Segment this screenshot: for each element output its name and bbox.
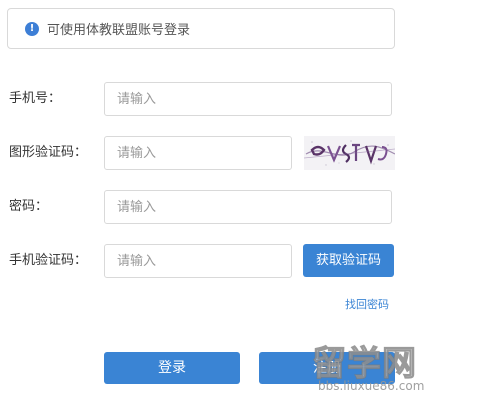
- captcha-image[interactable]: [304, 136, 395, 170]
- register-button[interactable]: 注册: [259, 352, 395, 384]
- forgot-password-link[interactable]: 找回密码: [345, 296, 389, 312]
- get-sms-code-button[interactable]: 获取验证码: [303, 244, 394, 277]
- captcha-input[interactable]: [104, 136, 292, 170]
- info-icon: !: [25, 21, 39, 36]
- login-button[interactable]: 登录: [104, 352, 240, 384]
- login-page: ! 可使用体教联盟账号登录 手机号： 图形验证码： 密码： 手机验证码： 获取验…: [0, 0, 486, 406]
- sms-code-input[interactable]: [104, 244, 292, 278]
- captcha-graphic: [304, 136, 395, 170]
- password-input[interactable]: [104, 190, 392, 224]
- sms-code-label: 手机验证码：: [9, 253, 88, 268]
- login-notice: ! 可使用体教联盟账号登录: [7, 8, 395, 49]
- captcha-label: 图形验证码：: [9, 145, 88, 160]
- notice-text: 可使用体教联盟账号登录: [47, 23, 191, 38]
- phone-label: 手机号：: [9, 91, 62, 106]
- phone-input[interactable]: [104, 82, 392, 116]
- password-label: 密码：: [9, 199, 49, 214]
